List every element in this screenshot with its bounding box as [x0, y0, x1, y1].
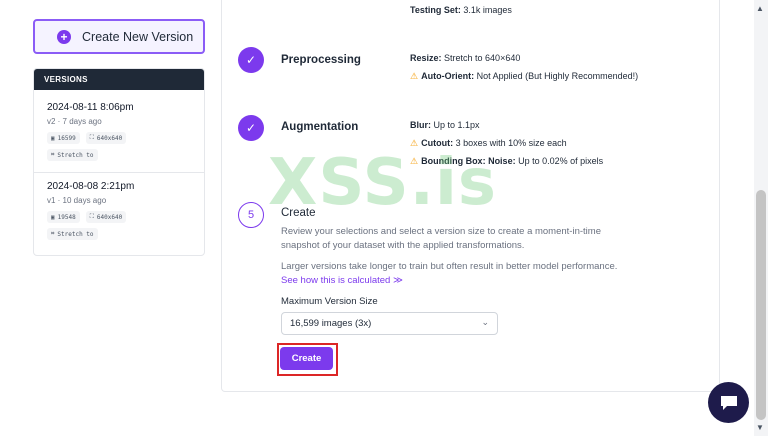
chat-button[interactable] — [708, 382, 749, 423]
chat-icon — [720, 395, 737, 410]
create-new-version-button[interactable]: + Create New Version — [33, 19, 205, 54]
create-description: Review your selections and select a vers… — [281, 226, 601, 251]
augmentation-title: Augmentation — [281, 121, 359, 133]
scroll-up-icon[interactable]: ▲ — [756, 4, 764, 13]
scroll-thumb[interactable] — [756, 190, 766, 420]
scroll-down-icon[interactable]: ▼ — [756, 423, 764, 432]
max-version-size-select[interactable]: 16,599 images (3x) ⌄ — [281, 312, 498, 335]
version-item-v2[interactable]: 2024-08-11 8:06pm v2 · 7 days ago ▣ 16599… — [34, 90, 204, 172]
version-item-v1[interactable]: 2024-08-08 2:21pm v1 · 10 days ago ▣ 1954… — [34, 172, 204, 254]
crop-icon: ⛶ — [89, 134, 94, 141]
max-version-size-label: Maximum Version Size — [281, 296, 378, 307]
image-icon: ▣ — [51, 134, 55, 142]
resize-icon: ⌗ — [51, 230, 55, 237]
image-count-tag: ▣ 16599 — [47, 132, 80, 144]
versions-header: VERSIONS — [34, 69, 204, 90]
plus-icon: + — [57, 29, 71, 44]
resize-icon: ⌗ — [51, 151, 55, 158]
dimension-tag: ⛶ 640x640 — [85, 211, 127, 223]
version-subtitle: v1 · 10 days ago — [47, 196, 107, 205]
image-count-tag: ▣ 19548 — [47, 211, 80, 223]
testing-set-detail: Testing Set: 3.1k images — [410, 5, 512, 15]
version-date: 2024-08-11 8:06pm — [47, 102, 134, 113]
version-size-note: Larger versions take longer to train but… — [281, 261, 618, 286]
version-subtitle: v2 · 7 days ago — [47, 117, 102, 126]
chevron-down-icon: ⌄ — [481, 317, 489, 327]
resize-tag: ⌗ Stretch to — [47, 149, 98, 161]
resize-tag: ⌗ Stretch to — [47, 228, 98, 240]
blur-detail: Blur: Up to 1.1px — [410, 120, 480, 130]
step-number-badge: 5 — [238, 202, 264, 228]
create-new-version-label: Create New Version — [82, 29, 194, 44]
check-icon: ✓ — [238, 115, 264, 141]
see-how-calculated-link[interactable]: See how this is calculated ≫ — [281, 275, 403, 286]
watermark-text: XSS.is — [268, 146, 497, 220]
crop-icon: ⛶ — [89, 213, 94, 220]
image-icon: ▣ — [51, 213, 55, 221]
auto-orient-detail: ⚠ Auto-Orient: Not Applied (But Highly Re… — [410, 71, 639, 81]
versions-panel: VERSIONS 2024-08-11 8:06pm v2 · 7 days a… — [33, 68, 205, 256]
version-date: 2024-08-08 2:21pm — [47, 181, 135, 192]
create-button[interactable]: Create — [280, 347, 333, 370]
preprocessing-title: Preprocessing — [281, 54, 361, 66]
resize-detail: Resize: Stretch to 640×640 — [410, 53, 521, 63]
dimension-tag: ⛶ 640x640 — [85, 132, 127, 144]
warning-icon: ⚠ — [410, 71, 419, 81]
check-icon: ✓ — [238, 47, 264, 73]
vertical-scrollbar[interactable]: ▲ ▼ — [754, 0, 768, 436]
